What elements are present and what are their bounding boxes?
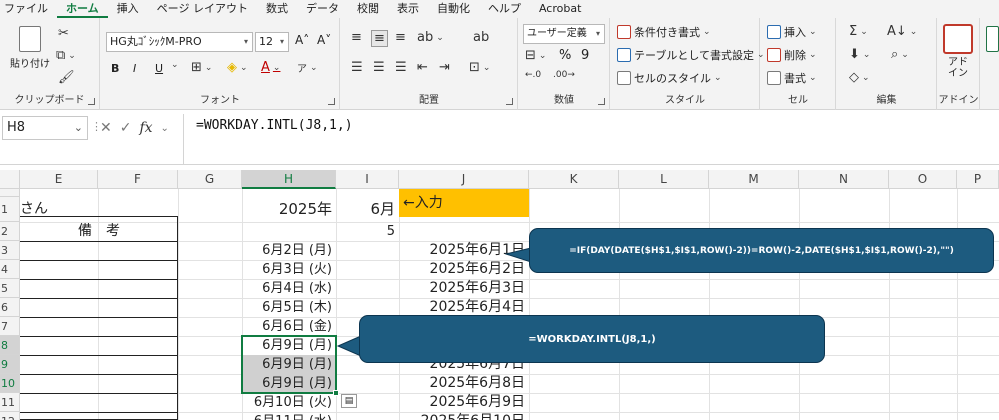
callout-pointer-workday [336,335,362,357]
callout-pointer-date [504,247,532,263]
callout-date-formula: =IF(DAY(DATE($H$1,$I$1,ROW()-2))=ROW()-2… [529,228,994,273]
callout-workday-formula: =WORKDAY.INTL(J8,1,) [359,315,825,363]
